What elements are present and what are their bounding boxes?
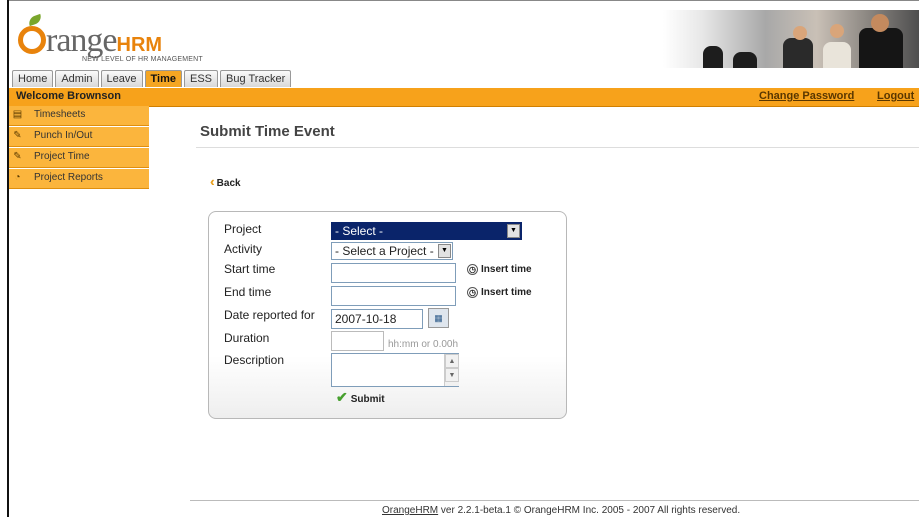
checkmark-icon: ✔: [336, 389, 348, 405]
insert-end-time-button[interactable]: ◷ Insert time: [467, 287, 532, 298]
sidebar-item-punch[interactable]: ✎ Punch In/Out: [9, 127, 149, 147]
sidebar-item-label: Timesheets: [34, 109, 86, 120]
scroll-up-icon[interactable]: ▲: [445, 354, 459, 368]
title-divider: [196, 147, 919, 148]
timesheet-icon: ▤: [12, 109, 23, 120]
tab-leave[interactable]: Leave: [100, 70, 143, 87]
sidebar-item-timesheets[interactable]: ▤ Timesheets: [9, 106, 149, 126]
scroll-down-icon[interactable]: ▼: [445, 368, 459, 382]
description-label: Description: [224, 353, 285, 367]
end-time-label: End time: [224, 285, 272, 299]
start-time-input[interactable]: [331, 263, 456, 283]
back-button[interactable]: ‹‹ Back: [210, 174, 241, 189]
clock-icon: ◷: [467, 264, 478, 275]
date-reported-input[interactable]: 2007-10-18: [331, 309, 423, 329]
change-password-link[interactable]: Change Password: [759, 90, 854, 102]
logout-link[interactable]: Logout: [877, 90, 914, 102]
chevron-down-icon: ▼: [438, 244, 451, 258]
page-title: Submit Time Event: [200, 123, 335, 140]
window-border-left: [7, 0, 9, 517]
project-label: Project: [224, 222, 262, 236]
header-banner-image: [663, 10, 919, 68]
footer: OrangeHRM ver 2.2.1-beta.1 © OrangeHRM I…: [382, 505, 740, 516]
duration-input[interactable]: [331, 331, 384, 351]
description-textarea[interactable]: [331, 353, 459, 387]
menu-bar: Welcome Brownson Change Password Logout: [9, 88, 919, 107]
footer-divider: [190, 500, 919, 501]
date-reported-label: Date reported for: [224, 308, 315, 322]
sidebar-item-project-reports[interactable]: ◔ Project Reports: [9, 169, 149, 189]
sidebar-item-label: Project Time: [34, 151, 90, 162]
project-time-icon: ✎: [13, 151, 22, 162]
activity-label: Activity: [224, 242, 263, 256]
sidebar: ▤ Timesheets ✎ Punch In/Out ✎ Project Ti…: [9, 106, 149, 190]
project-select[interactable]: - Select - ▼: [331, 222, 522, 240]
footer-text: ver 2.2.1-beta.1 © OrangeHRM Inc. 2005 -…: [438, 505, 741, 516]
description-scrollbar[interactable]: ▲ ▼: [444, 354, 459, 386]
sidebar-item-label: Project Reports: [34, 172, 103, 183]
sidebar-item-project-time[interactable]: ✎ Project Time: [9, 148, 149, 168]
double-chevron-left-icon: ‹‹: [210, 174, 213, 189]
submit-button[interactable]: ✔ Submit: [336, 389, 385, 406]
tab-ess[interactable]: ESS: [184, 70, 219, 87]
welcome-text: Welcome Brownson: [16, 90, 121, 102]
punch-icon: ✎: [13, 130, 22, 141]
duration-label: Duration: [224, 331, 270, 345]
sidebar-item-label: Punch In/Out: [34, 130, 93, 141]
reports-icon: ◔: [14, 172, 21, 183]
window-border-top: [7, 0, 919, 1]
logo-wordmark: rangeHRM: [46, 22, 163, 59]
clock-icon: ◷: [467, 287, 478, 298]
leaf-icon: [27, 13, 43, 27]
duration-hint: hh:mm or 0.00h: [388, 339, 459, 350]
main-tabs: Home Admin Leave Time ESS Bug Tracker: [12, 70, 292, 88]
end-time-input[interactable]: [331, 286, 456, 306]
start-time-label: Start time: [224, 262, 276, 276]
logo-o-icon: [18, 26, 46, 54]
tab-admin[interactable]: Admin: [55, 70, 99, 87]
chevron-down-icon: ▼: [507, 224, 520, 238]
logo-tagline: NEW LEVEL OF HR MANAGEMENT: [82, 56, 203, 63]
tab-home[interactable]: Home: [12, 70, 54, 87]
calendar-icon[interactable]: ▦: [428, 308, 449, 328]
tab-bug-tracker[interactable]: Bug Tracker: [220, 70, 292, 87]
activity-select[interactable]: - Select a Project - ▼: [331, 242, 453, 260]
footer-orangehrm-link[interactable]: OrangeHRM: [382, 505, 438, 516]
tab-time[interactable]: Time: [144, 70, 182, 87]
insert-start-time-button[interactable]: ◷ Insert time: [467, 264, 532, 275]
